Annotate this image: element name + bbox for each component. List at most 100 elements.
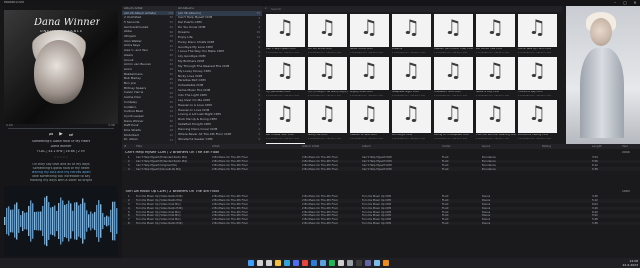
album-tile[interactable]: ♫ — [308, 57, 347, 90]
album-column-header[interactable]: All Albums — [178, 7, 194, 10]
spotify-icon[interactable] — [329, 260, 335, 266]
spectrum-bar — [38, 211, 40, 231]
album-tile[interactable]: ♫ — [350, 14, 389, 47]
album-tile-artist: 2 Brothers On The 4th Floor — [392, 94, 426, 97]
album-item[interactable]: Rock Me Up & Doing CDM 4 — [176, 118, 262, 123]
album-tile-artist: 2 Brothers On The 4th Floor — [308, 137, 342, 140]
album-item[interactable]: Satisfied Tonight CDM 4 — [176, 123, 262, 128]
artist-count: 18 — [169, 129, 173, 133]
album-tile[interactable]: ♫ — [476, 100, 515, 133]
album-item[interactable]: Can't Help Myself CDM 4 — [176, 16, 262, 21]
group-header[interactable]: Turn Da Music Up CDM / 2 Brothers On The… — [122, 189, 640, 194]
album-item[interactable]: Lay Over On Me CDM 4 — [176, 98, 262, 103]
search-icon[interactable]: ⌕ — [265, 7, 267, 11]
start-icon[interactable] — [248, 260, 254, 266]
play-button[interactable]: ▶ — [58, 132, 64, 137]
column-header[interactable]: Album Artist — [302, 145, 319, 148]
album-item[interactable]: My Through The Nearest Fire CDM 4 — [176, 64, 262, 69]
grid-search-input[interactable]: Search — [271, 8, 281, 11]
artist-column-header[interactable]: Album Artist — [124, 7, 143, 10]
album-item[interactable]: Unbeatable CDM 4 — [176, 84, 262, 89]
album-item[interactable]: Do You Know CDM 4 — [176, 26, 262, 31]
spectrum-bar — [106, 215, 108, 227]
album-item[interactable]: Goodbye My Love CDM 4 — [176, 45, 262, 50]
album-item[interactable]: Where Never All The 4th Floor CDM 4 — [176, 132, 262, 137]
rating-stars[interactable]: ☆☆☆☆☆ — [0, 156, 122, 159]
column-header[interactable]: Length — [592, 145, 602, 148]
album-item[interactable]: Heaven In Love CDM 4 — [176, 108, 262, 113]
album-tile[interactable]: ♫ — [434, 14, 473, 47]
album-item[interactable]: Into The Light CDM 4 — [176, 93, 262, 98]
album-tile[interactable]: ♫ — [266, 14, 305, 47]
album-item[interactable]: Heaven Is A Love CDM 4 — [176, 103, 262, 108]
vlc-icon[interactable] — [383, 260, 389, 266]
music-note-icon: ♫ — [318, 15, 336, 39]
album-item[interactable]: Dreams 16 — [176, 30, 262, 35]
column-header[interactable]: Artist — [212, 145, 220, 148]
explorer-icon[interactable] — [275, 260, 281, 266]
album-tile[interactable]: ♫ — [350, 100, 389, 133]
notepad-icon[interactable] — [374, 260, 380, 266]
track-album-artist: 2 Brothers On The 4th Floor — [302, 222, 339, 226]
album-item[interactable]: Lily Goodbye CDM 4 — [176, 55, 262, 60]
album-item[interactable]: My Brothers CDM 4 — [176, 60, 262, 65]
previous-button[interactable]: ⏮ — [48, 132, 54, 138]
column-header[interactable]: Rating — [542, 145, 551, 148]
next-button[interactable]: ⏭ — [68, 132, 74, 138]
album-item[interactable]: Del Puerto CDM 4 — [176, 21, 262, 26]
album-item[interactable]: Loving A Lot Last Night CDM 4 — [176, 113, 262, 118]
photos-icon[interactable] — [320, 260, 326, 266]
spectrum-bar — [12, 209, 14, 233]
column-header[interactable]: Album — [362, 145, 371, 148]
group-header[interactable]: Can't Help Myself CDM / 2 Brothers On Th… — [122, 150, 640, 155]
album-item[interactable]: (All 36 Albums) 36 — [176, 11, 262, 16]
album-tile[interactable]: ♫ — [518, 57, 557, 90]
seek-bar[interactable] — [8, 128, 114, 129]
taskview-icon[interactable] — [266, 260, 272, 266]
artist-item[interactable]: Dr. Alban 14 — [122, 138, 174, 142]
album-tile[interactable]: ♫ — [350, 57, 389, 90]
album-item[interactable]: I Love The Way You Make CDM 4 — [176, 50, 262, 55]
column-header[interactable]: # — [124, 145, 126, 148]
album-tile[interactable]: ♫ — [392, 57, 431, 90]
album-tile[interactable]: ♫ — [518, 14, 557, 47]
album-tile[interactable]: ♫ — [434, 100, 473, 133]
album-tile[interactable]: ♫ — [476, 57, 515, 90]
chrome-icon[interactable] — [302, 260, 308, 266]
clock[interactable]: 14:08 22-9-2023 — [612, 259, 638, 267]
album-tile[interactable]: ♫ — [434, 57, 473, 90]
album-item[interactable]: My Lovey Dovey CDM 4 — [176, 69, 262, 74]
album-item[interactable]: Nicky Love CDM 4 — [176, 74, 262, 79]
album-cover: Dana Winner UNFORGETTABLE — [4, 10, 118, 124]
album-tile[interactable]: ♫ — [266, 100, 305, 133]
album-item[interactable]: Wonderful Seeker CDM 4 — [176, 137, 262, 142]
column-header[interactable]: Codec — [442, 145, 451, 148]
album-tile-title: Let Me Be Free CDM — [476, 48, 503, 50]
album-tile[interactable]: ♫ — [308, 100, 347, 133]
album-tile[interactable]: ♫ — [518, 100, 557, 133]
foobar-icon[interactable] — [338, 260, 344, 266]
album-item[interactable]: Enjoy Life 14 — [176, 35, 262, 40]
album-tile[interactable]: ♫ — [308, 14, 347, 47]
artist-list: (All 24 Album Artists)73422 Unlimited365… — [122, 11, 174, 144]
column-header[interactable]: Genre — [482, 145, 490, 148]
settings-icon[interactable] — [347, 260, 353, 266]
album-item[interactable]: Paradise Part CDM 4 — [176, 79, 262, 84]
album-item[interactable]: Dancing Disco Cover CDM 4 — [176, 127, 262, 132]
column-header[interactable]: Title — [136, 145, 142, 148]
album-item[interactable]: Same Music Fire CDM 4 — [176, 89, 262, 94]
teams-icon[interactable] — [365, 260, 371, 266]
album-tile[interactable]: ♫ — [476, 14, 515, 47]
track-row[interactable]: 4 Can't Help Myself (Dance4Life Mix) 2 Bro… — [122, 167, 640, 171]
mail-icon[interactable] — [311, 260, 317, 266]
edge-icon[interactable] — [284, 260, 290, 266]
search-icon[interactable] — [257, 260, 263, 266]
album-tile[interactable]: ♫ — [392, 14, 431, 47]
track-row[interactable]: 8 Turn Da Music Up (Video Radio Edit) 2 Br… — [122, 221, 640, 226]
album-tile[interactable]: ♫ — [266, 57, 305, 90]
column-header[interactable]: Year — [622, 145, 628, 148]
album-tile[interactable]: ♫ — [392, 100, 431, 133]
store-icon[interactable] — [293, 260, 299, 266]
terminal-icon[interactable] — [356, 260, 362, 266]
album-item[interactable]: Funky Disco Chiefs CDM 4 — [176, 40, 262, 45]
